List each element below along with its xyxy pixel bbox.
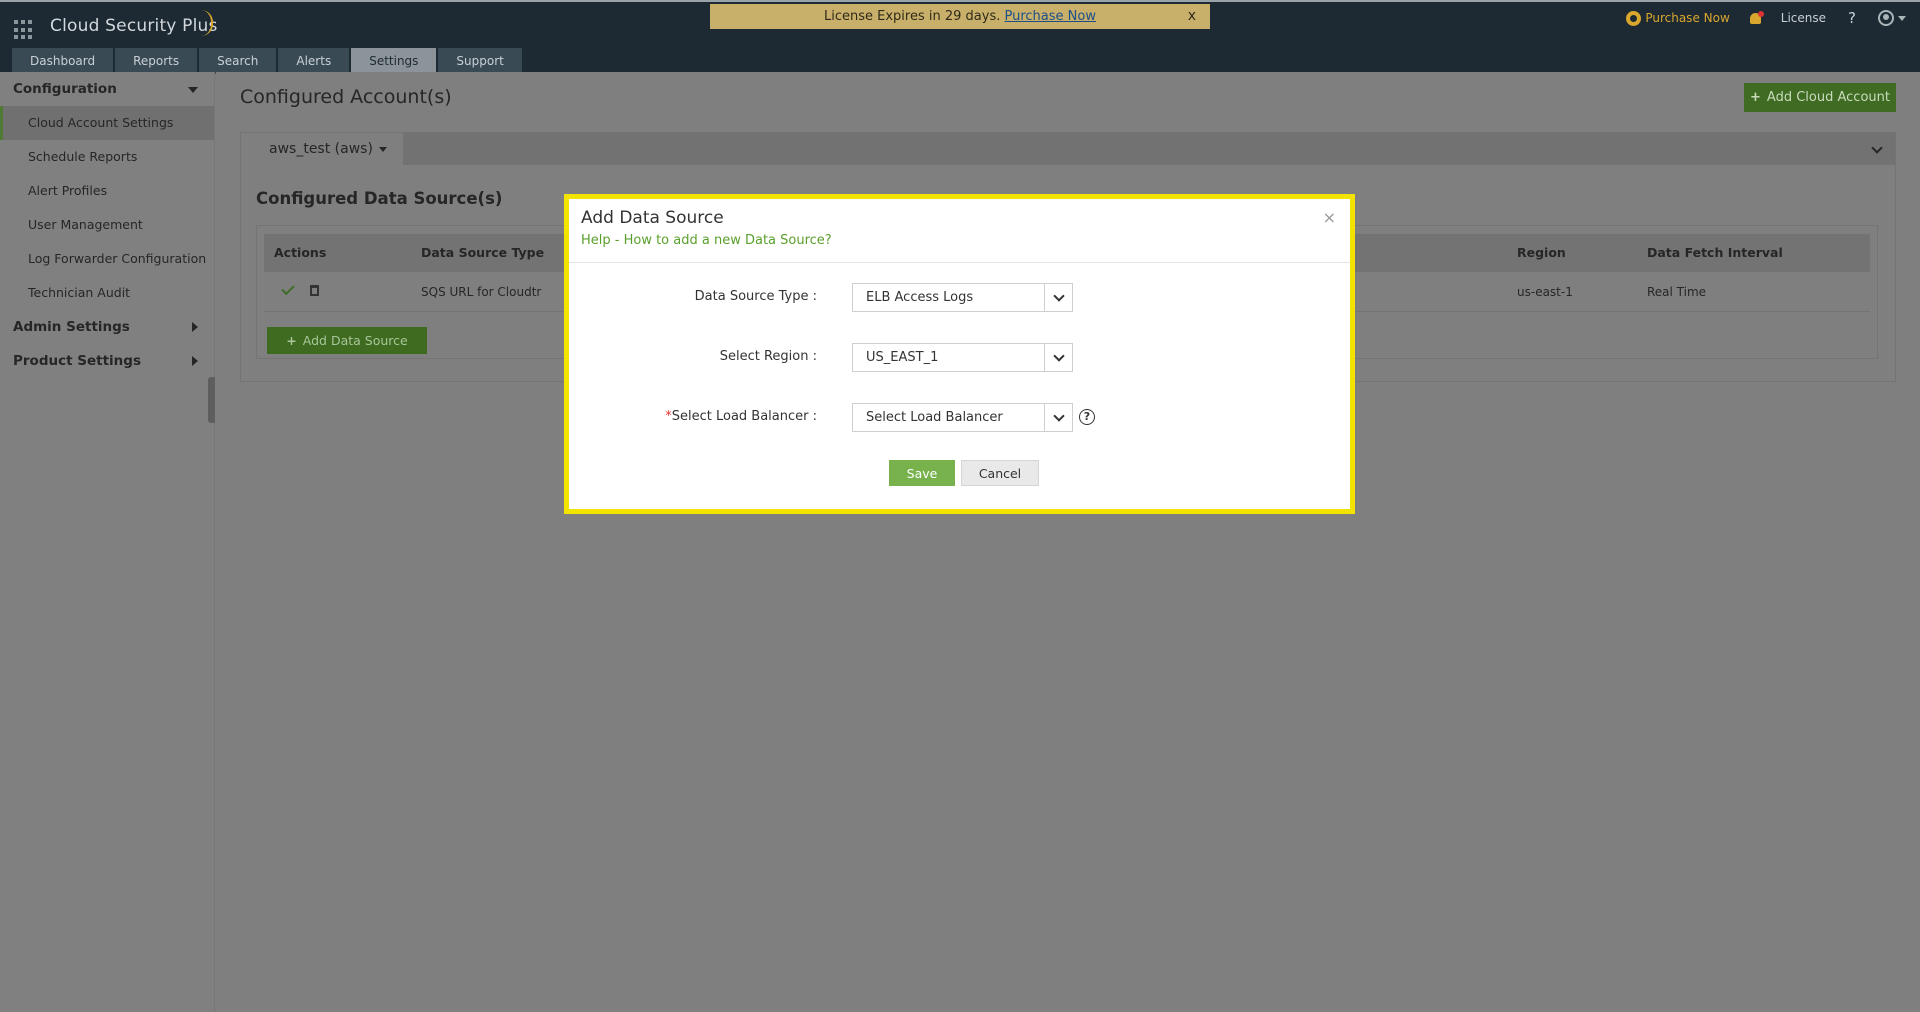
- banner-close-button[interactable]: x: [1188, 4, 1196, 29]
- sidebar-item-alert-profiles[interactable]: Alert Profiles: [0, 174, 214, 208]
- chevron-right-icon: [192, 322, 198, 332]
- account-tab-aws-test[interactable]: aws_test (aws): [241, 133, 403, 166]
- add-data-source-dialog: Add Data Source Help - How to add a new …: [564, 194, 1355, 514]
- app-grid-icon[interactable]: [14, 20, 34, 40]
- column-header-type: Data Source Type: [421, 245, 545, 260]
- sidebar-section-label: Product Settings: [13, 353, 141, 369]
- plus-icon: +: [286, 333, 297, 348]
- add-data-source-label: Add Data Source: [302, 333, 408, 348]
- cart-icon: [1626, 10, 1642, 26]
- sidebar-section-label: Admin Settings: [13, 319, 130, 335]
- column-header-actions: Actions: [274, 245, 327, 260]
- sidebar-section-admin-settings[interactable]: Admin Settings: [0, 310, 214, 344]
- load-balancer-select[interactable]: Select Load Balancer: [852, 403, 1073, 432]
- license-banner: License Expires in 29 days. Purchase Now…: [710, 4, 1210, 29]
- add-cloud-account-label: Add Cloud Account: [1766, 90, 1890, 105]
- account-tab-label: aws_test (aws): [269, 141, 373, 157]
- cell-region: us-east-1: [1517, 285, 1573, 299]
- region-label: Select Region :: [719, 349, 817, 364]
- column-header-region: Region: [1517, 245, 1566, 260]
- region-value: US_EAST_1: [866, 350, 939, 365]
- data-source-type-select[interactable]: ELB Access Logs: [852, 283, 1073, 312]
- sidebar-item-user-management[interactable]: User Management: [0, 208, 214, 242]
- save-button[interactable]: Save: [889, 460, 955, 486]
- chevron-down-icon: [188, 87, 198, 93]
- purchase-now-button[interactable]: Purchase Now: [1626, 10, 1730, 26]
- product-logo: Cloud Security Plus: [50, 16, 218, 36]
- account-tab-bar: aws_test (aws): [241, 133, 1895, 166]
- cell-interval: Real Time: [1647, 285, 1707, 299]
- caret-down-icon: [378, 146, 387, 152]
- top-header: Cloud Security Plus License Expires in 2…: [0, 0, 1920, 74]
- chevron-down-icon: [1044, 404, 1072, 431]
- tab-alerts[interactable]: Alerts: [278, 48, 350, 74]
- data-source-type-label: Data Source Type :: [694, 289, 817, 304]
- dialog-header: Add Data Source Help - How to add a new …: [569, 199, 1350, 263]
- page-title: Configured Account(s): [240, 86, 452, 108]
- main-nav-tabs: Dashboard Reports Search Alerts Settings…: [12, 48, 524, 74]
- plus-icon: +: [1750, 90, 1761, 105]
- load-balancer-label-text: Select Load Balancer :: [671, 409, 817, 424]
- tab-dashboard[interactable]: Dashboard: [12, 48, 114, 74]
- settings-sidebar: Configuration Cloud Account Settings Sch…: [0, 72, 215, 1012]
- datasources-heading: Configured Data Source(s): [256, 189, 503, 208]
- sidebar-section-configuration[interactable]: Configuration: [0, 72, 214, 106]
- chevron-down-icon: [1044, 344, 1072, 371]
- help-icon[interactable]: ?: [1848, 9, 1856, 27]
- dialog-title: Add Data Source: [581, 208, 724, 228]
- sidebar-item-technician-audit[interactable]: Technician Audit: [0, 276, 214, 310]
- top-right-toolbar: Purchase Now License ?: [1626, 6, 1920, 30]
- sidebar-item-cloud-account-settings[interactable]: Cloud Account Settings: [0, 106, 214, 140]
- chevron-down-icon[interactable]: [1898, 15, 1906, 21]
- sidebar-item-schedule-reports[interactable]: Schedule Reports: [0, 140, 214, 174]
- purchase-now-link[interactable]: Purchase Now: [1005, 9, 1096, 24]
- trash-icon[interactable]: [310, 285, 319, 296]
- notification-bell-icon[interactable]: [1748, 10, 1764, 26]
- data-source-type-value: ELB Access Logs: [866, 290, 974, 305]
- close-icon[interactable]: ×: [1323, 208, 1336, 227]
- column-header-interval: Data Fetch Interval: [1647, 245, 1783, 260]
- chevron-down-icon[interactable]: [1871, 142, 1883, 154]
- sidebar-collapse-handle[interactable]: [208, 377, 215, 423]
- sidebar-section-label: Configuration: [13, 81, 117, 97]
- load-balancer-label: *Select Load Balancer :: [665, 403, 817, 431]
- add-cloud-account-button[interactable]: + Add Cloud Account: [1744, 83, 1896, 112]
- check-icon[interactable]: [281, 281, 295, 296]
- add-data-source-button[interactable]: + Add Data Source: [267, 327, 427, 354]
- form-row-data-source-type: Data Source Type : ELB Access Logs: [569, 283, 1350, 313]
- sidebar-section-product-settings[interactable]: Product Settings: [0, 344, 214, 378]
- purchase-now-label: Purchase Now: [1645, 11, 1730, 25]
- chevron-down-icon: [1044, 284, 1072, 311]
- load-balancer-value: Select Load Balancer: [866, 410, 1003, 425]
- tab-search[interactable]: Search: [199, 48, 277, 74]
- tab-settings[interactable]: Settings: [351, 48, 437, 74]
- region-select[interactable]: US_EAST_1: [852, 343, 1073, 372]
- chevron-right-icon: [192, 356, 198, 366]
- user-avatar-icon[interactable]: [1878, 10, 1894, 26]
- cancel-button[interactable]: Cancel: [961, 460, 1039, 486]
- tab-support[interactable]: Support: [438, 48, 522, 74]
- tab-reports[interactable]: Reports: [115, 48, 198, 74]
- question-icon[interactable]: ?: [1079, 409, 1095, 425]
- license-expiry-text: License Expires in 29 days.: [824, 9, 1001, 24]
- sidebar-item-log-forwarder-configuration[interactable]: Log Forwarder Configuration: [0, 242, 214, 276]
- form-row-load-balancer: *Select Load Balancer : Select Load Bala…: [569, 403, 1350, 433]
- dialog-help-link[interactable]: Help - How to add a new Data Source?: [581, 233, 832, 248]
- license-link[interactable]: License: [1781, 11, 1826, 25]
- cell-type: SQS URL for Cloudtr: [421, 285, 542, 299]
- form-row-region: Select Region : US_EAST_1: [569, 343, 1350, 373]
